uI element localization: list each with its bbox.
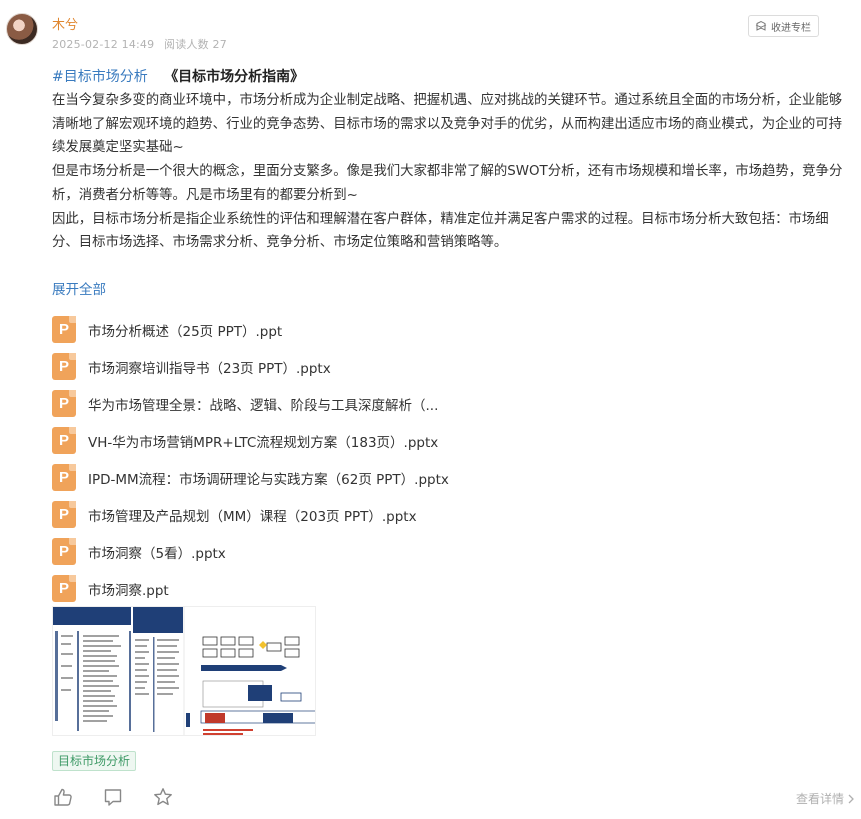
ppt-file-icon: P bbox=[52, 501, 76, 528]
view-details-link[interactable]: 查看详情 bbox=[796, 790, 855, 807]
topic-chip[interactable]: 目标市场分析 bbox=[52, 751, 137, 771]
collect-label: 收进专栏 bbox=[771, 22, 811, 34]
post-title: 《目标市场分析指南》 bbox=[164, 69, 305, 85]
attachment-name: 市场分析概述（25页 PPT）.ppt bbox=[88, 323, 283, 340]
attachment-item[interactable]: P 华为市场管理全景：战略、逻辑、阶段与工具深度解析（... bbox=[52, 385, 449, 422]
slide-preview-image bbox=[53, 607, 315, 735]
attachment-item[interactable]: P 市场管理及产品规划（MM）课程（203页 PPT）.pptx bbox=[52, 496, 449, 533]
attachment-list: P 市场分析概述（25页 PPT）.ppt P 市场洞察培训指导书（23页 PP… bbox=[52, 311, 449, 607]
avatar[interactable] bbox=[6, 13, 38, 45]
ppt-file-icon: P bbox=[52, 575, 76, 602]
post-body: 在当今复杂多变的商业环境中，市场分析成为企业制定战略、把握机遇、应对挑战的关键环… bbox=[52, 89, 852, 255]
attachment-item[interactable]: P IPD-MM流程：市场调研理论与实践方案（62页 PPT）.pptx bbox=[52, 459, 449, 496]
ppt-file-icon: P bbox=[52, 390, 76, 417]
read-count: 阅读人数 27 bbox=[164, 38, 227, 51]
body-paragraph: 因此，目标市场分析是指企业系统性的评估和理解潜在客户群体，精准定位并满足客户需求… bbox=[52, 211, 829, 251]
attachment-item[interactable]: P 市场洞察（5看）.pptx bbox=[52, 533, 449, 570]
ppt-file-icon: P bbox=[52, 464, 76, 491]
post-date: 2025-02-12 14:49 bbox=[52, 38, 155, 51]
post-meta: 2025-02-12 14:49 阅读人数 27 bbox=[52, 36, 233, 52]
view-details-label: 查看详情 bbox=[795, 792, 844, 806]
ppt-file-icon: P bbox=[52, 538, 76, 565]
chevron-right-icon bbox=[848, 794, 854, 803]
collect-to-column-button[interactable]: 收进专栏 bbox=[748, 15, 819, 37]
attachment-name: 市场洞察.ppt bbox=[88, 582, 169, 599]
attachment-name: IPD-MM流程：市场调研理论与实践方案（62页 PPT）.pptx bbox=[88, 471, 449, 488]
like-icon[interactable] bbox=[52, 786, 74, 808]
attachment-item[interactable]: P 市场分析概述（25页 PPT）.ppt bbox=[52, 311, 449, 348]
hashtag-link[interactable]: #目标市场分析 bbox=[52, 69, 148, 85]
expand-all-link[interactable]: 展开全部 bbox=[52, 278, 106, 298]
author-name[interactable]: 木兮 bbox=[52, 14, 78, 33]
body-paragraph: 在当今复杂多变的商业环境中，市场分析成为企业制定战略、把握机遇、应对挑战的关键环… bbox=[52, 93, 843, 156]
bookmark-icon bbox=[755, 20, 767, 31]
attachment-name: 市场洞察培训指导书（23页 PPT）.pptx bbox=[88, 360, 331, 377]
post-heading: #目标市场分析 《目标市场分析指南》 bbox=[52, 66, 304, 86]
attachment-item[interactable]: P 市场洞察培训指导书（23页 PPT）.pptx bbox=[52, 348, 449, 385]
post-actions bbox=[52, 786, 174, 808]
body-paragraph: 但是市场分析是一个很大的概念，里面分支繁多。像是我们大家都非常了解的SWOT分析… bbox=[52, 164, 843, 203]
post-image-thumbnail[interactable] bbox=[52, 606, 316, 736]
ppt-file-icon: P bbox=[52, 427, 76, 454]
attachment-name: 市场洞察（5看）.pptx bbox=[88, 545, 226, 562]
attachment-item[interactable]: P 市场洞察.ppt bbox=[52, 570, 449, 607]
attachment-name: 市场管理及产品规划（MM）课程（203页 PPT）.pptx bbox=[88, 508, 417, 525]
attachment-name: VH-华为市场营销MPR+LTC流程规划方案（183页）.pptx bbox=[88, 434, 439, 451]
attachment-item[interactable]: P VH-华为市场营销MPR+LTC流程规划方案（183页）.pptx bbox=[52, 422, 449, 459]
comment-icon[interactable] bbox=[102, 786, 124, 808]
attachment-name: 华为市场管理全景：战略、逻辑、阶段与工具深度解析（... bbox=[88, 397, 439, 414]
star-icon[interactable] bbox=[152, 786, 174, 808]
ppt-file-icon: P bbox=[52, 353, 76, 380]
ppt-file-icon: P bbox=[52, 316, 76, 343]
